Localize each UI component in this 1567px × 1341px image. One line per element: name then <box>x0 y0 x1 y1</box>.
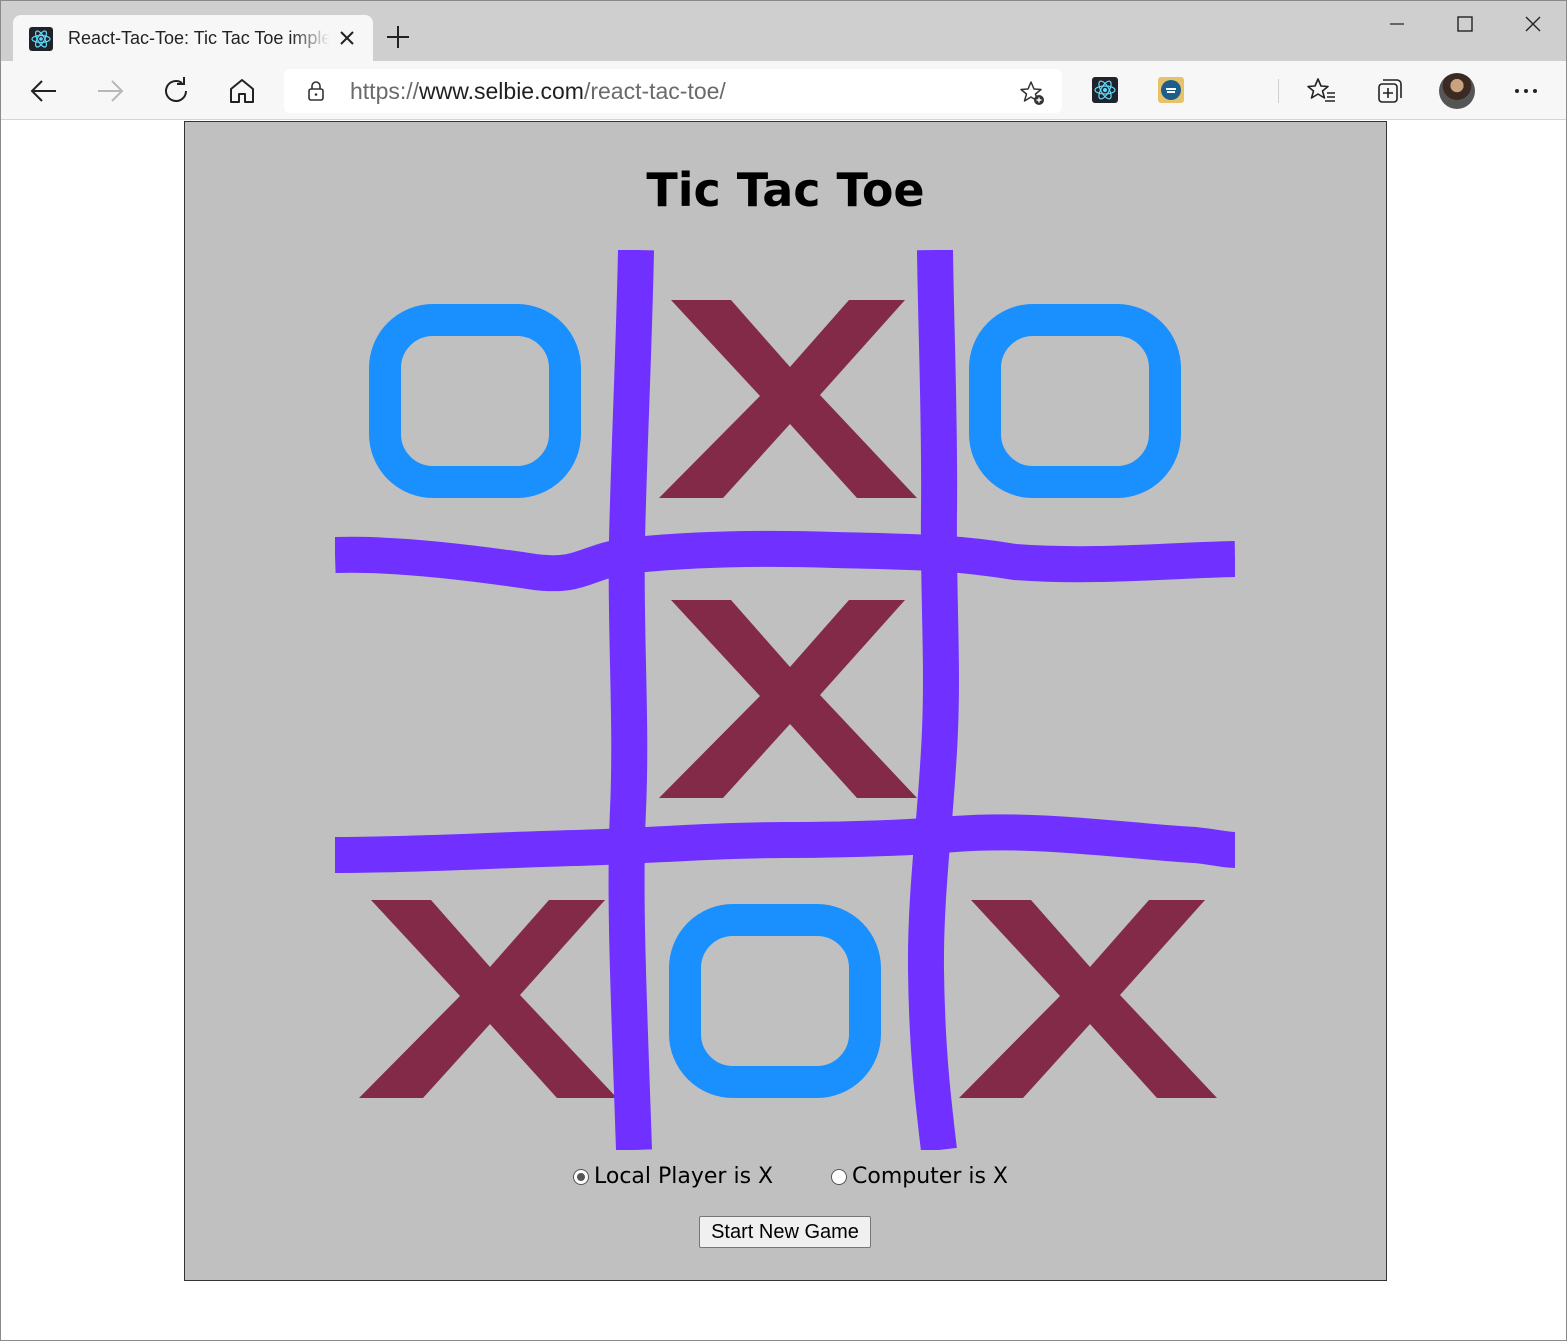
board-cell-8[interactable] <box>935 850 1235 1150</box>
o-mark <box>969 304 1181 498</box>
react-icon <box>29 27 53 51</box>
react-devtools-icon[interactable] <box>1092 77 1118 103</box>
more-options-icon[interactable] <box>1508 73 1544 109</box>
tab-title: React-Tac-Toe: Tic Tac Toe implementatio… <box>68 28 330 48</box>
page-content: Tic Tac Toe Local Player is X Computer i… <box>1 120 1566 1340</box>
url-path: /react-tac-toe/ <box>583 78 726 104</box>
forward-icon[interactable] <box>92 73 128 109</box>
start-new-game-button[interactable]: Start New Game <box>699 1216 871 1248</box>
board-cell-4[interactable] <box>635 550 935 850</box>
game-container: Tic Tac Toe Local Player is X Computer i… <box>184 121 1387 1281</box>
game-board <box>335 250 1235 1150</box>
option-computer-x[interactable]: Computer is X <box>831 1162 1008 1192</box>
address-bar[interactable]: https://www.selbie.com/react-tac-toe/ <box>284 69 1062 113</box>
game-title: Tic Tac Toe <box>646 163 925 217</box>
browser-window: React-Tac-Toe: Tic Tac Toe implementatio… <box>0 0 1567 1341</box>
browser-toolbar: https://www.selbie.com/react-tac-toe/ <box>1 61 1566 120</box>
board-cell-0[interactable] <box>335 250 635 550</box>
close-window-icon[interactable] <box>1510 9 1556 41</box>
computer-x-label: Computer is X <box>852 1164 1008 1189</box>
collections-icon[interactable] <box>1370 73 1406 109</box>
tab-strip: React-Tac-Toe: Tic Tac Toe implementatio… <box>1 1 1566 61</box>
toolbar-separator <box>1278 79 1279 103</box>
option-local-player-x[interactable]: Local Player is X <box>573 1162 773 1192</box>
o-mark <box>369 304 581 498</box>
home-icon[interactable] <box>224 73 260 109</box>
board-cell-3[interactable] <box>335 550 635 850</box>
profile-avatar[interactable] <box>1439 73 1475 109</box>
browser-tab[interactable]: React-Tac-Toe: Tic Tac Toe implementatio… <box>13 15 373 61</box>
board-cell-7[interactable] <box>635 850 935 1150</box>
computer-x-radio[interactable] <box>831 1169 847 1185</box>
extension-icon[interactable] <box>1158 77 1184 103</box>
refresh-icon[interactable] <box>158 73 194 109</box>
board-cell-2[interactable] <box>935 250 1235 550</box>
x-mark <box>359 900 617 1098</box>
board-cell-1[interactable] <box>635 250 935 550</box>
x-mark <box>959 900 1217 1098</box>
url-text[interactable]: https://www.selbie.com/react-tac-toe/ <box>350 78 726 104</box>
local-player-x-label: Local Player is X <box>594 1164 774 1189</box>
x-mark <box>659 300 917 498</box>
minimize-icon[interactable] <box>1374 9 1420 41</box>
x-mark <box>659 600 917 798</box>
url-host: www.selbie.com <box>419 78 584 104</box>
back-icon[interactable] <box>26 73 62 109</box>
new-tab-icon[interactable] <box>384 23 412 51</box>
board-cell-6[interactable] <box>335 850 635 1150</box>
maximize-icon[interactable] <box>1441 9 1487 41</box>
local-player-x-radio[interactable] <box>573 1169 589 1185</box>
o-mark <box>669 904 881 1098</box>
url-scheme: https:// <box>350 78 420 104</box>
tab-close-icon[interactable] <box>335 26 359 50</box>
lock-icon[interactable] <box>304 79 328 103</box>
favorites-icon[interactable] <box>1304 73 1340 109</box>
add-favorite-icon[interactable] <box>1018 79 1046 107</box>
player-options: Local Player is X Computer is X <box>185 1162 1386 1192</box>
board-cell-5[interactable] <box>935 550 1235 850</box>
